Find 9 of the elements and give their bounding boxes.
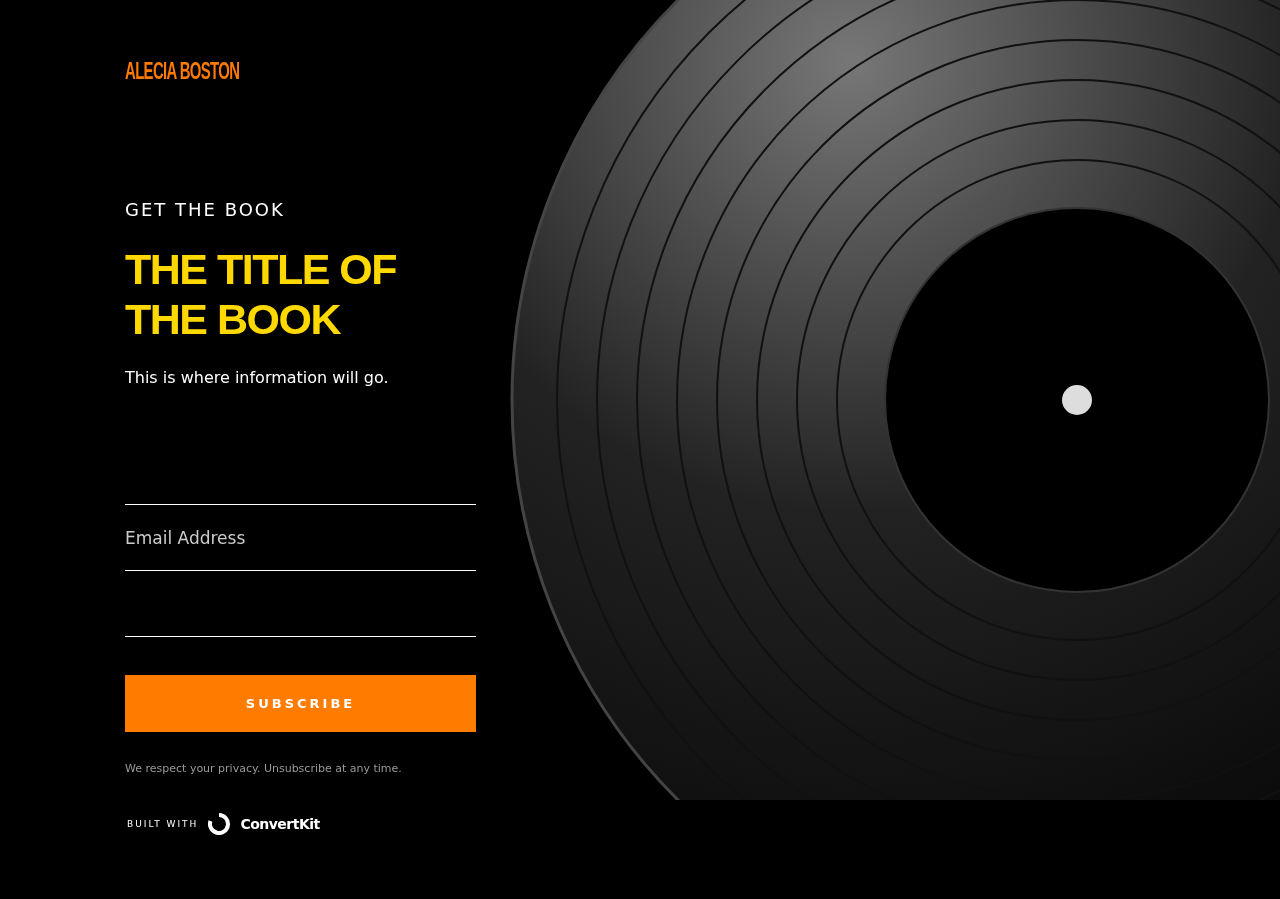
provider-name[interactable]: ConvertKit <box>240 816 320 832</box>
brand-logo: ALECIA BOSTON <box>125 56 240 86</box>
section-label: GET THE BOOK <box>125 199 286 220</box>
privacy-note: We respect your privacy. Unsubscribe at any time. <box>125 762 403 775</box>
email-field[interactable]: Email Address <box>125 505 476 571</box>
description: This is where information will go. <box>125 368 390 387</box>
built-with-label: BUILT WITH <box>127 819 199 829</box>
book-title: THE TITLE OF THE BOOK <box>125 244 398 344</box>
ring-logo-icon <box>208 813 231 835</box>
